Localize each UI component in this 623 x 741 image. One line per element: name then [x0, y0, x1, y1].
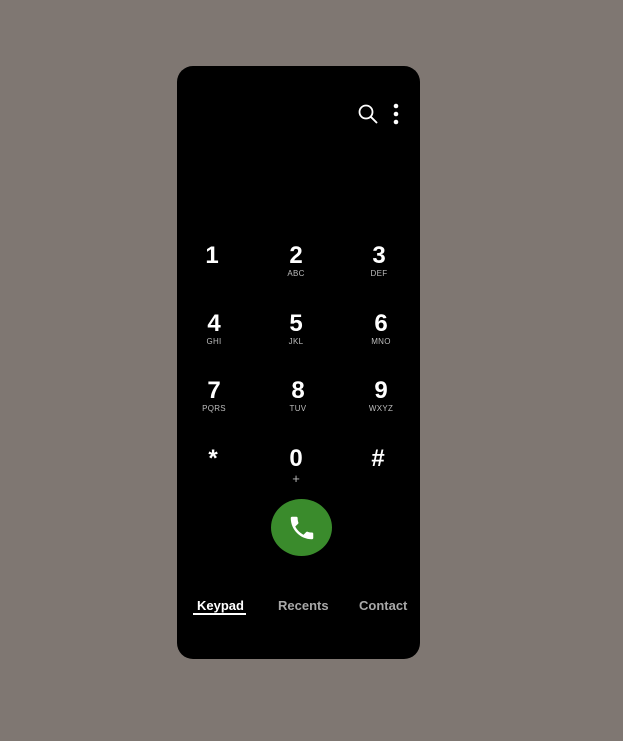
key-3[interactable]: 3 DEF	[349, 243, 409, 297]
tab-recents[interactable]: Recents	[278, 598, 329, 618]
search-icon	[358, 104, 378, 124]
dialer-screen: 1 2 ABC 3 DEF 4 GHI 5 JKL 6 MNO 7 PQRS 8…	[177, 66, 420, 659]
key-plus: +	[292, 471, 300, 486]
key-5[interactable]: 5 JKL	[266, 311, 326, 365]
tab-contact[interactable]: Contact	[359, 598, 407, 618]
more-options-button[interactable]	[385, 102, 407, 126]
active-tab-indicator	[193, 613, 246, 615]
key-letters: WXYZ	[368, 404, 394, 413]
key-8[interactable]: 8 TUV	[268, 378, 328, 432]
key-digit: 1	[205, 242, 219, 269]
key-1[interactable]: 1	[182, 243, 242, 297]
key-digit: 4	[207, 310, 221, 337]
call-button[interactable]	[271, 499, 332, 556]
key-2[interactable]: 2 ABC	[266, 243, 326, 297]
key-digit: 3	[372, 242, 386, 269]
key-4[interactable]: 4 GHI	[184, 311, 244, 365]
key-6[interactable]: 6 MNO	[351, 311, 411, 365]
key-digit: 8	[291, 377, 305, 404]
key-digit: 0	[289, 445, 303, 472]
more-vertical-icon	[393, 103, 399, 125]
key-digit: #	[371, 445, 385, 472]
search-button[interactable]	[356, 102, 380, 126]
key-digit: 7	[207, 377, 221, 404]
tab-keypad[interactable]: Keypad	[197, 598, 244, 618]
key-letters: PQRS	[202, 404, 226, 413]
key-letters: DEF	[370, 269, 388, 278]
key-digit: 5	[289, 310, 303, 337]
key-letters: JKL	[288, 337, 304, 346]
key-digit: *	[208, 445, 218, 472]
key-9[interactable]: 9 WXYZ	[351, 378, 411, 432]
key-letters: TUV	[289, 404, 307, 413]
key-letters: GHI	[206, 337, 222, 346]
key-letters: MNO	[371, 337, 391, 346]
key-7[interactable]: 7 PQRS	[184, 378, 244, 432]
key-digit: 2	[289, 242, 303, 269]
key-letters: ABC	[287, 269, 305, 278]
key-hash[interactable]: #	[348, 446, 408, 500]
key-0[interactable]: 0 +	[266, 446, 326, 500]
phone-icon	[290, 516, 313, 539]
key-digit: 9	[374, 377, 388, 404]
key-star[interactable]: *	[183, 446, 243, 500]
key-digit: 6	[374, 310, 388, 337]
